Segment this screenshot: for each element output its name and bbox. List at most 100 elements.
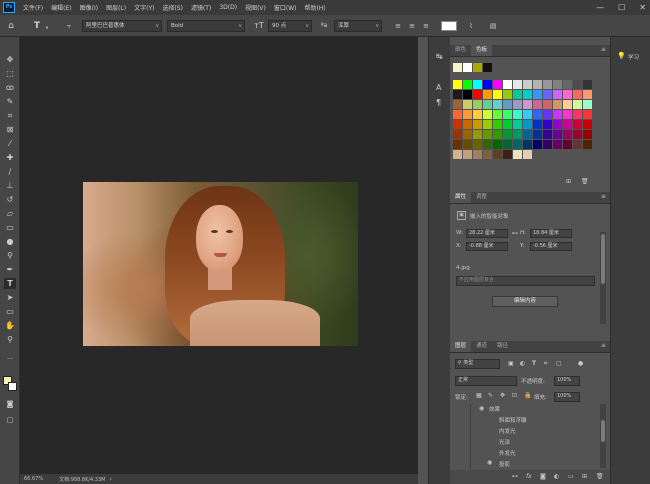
tab-properties[interactable]: 属性 xyxy=(450,192,472,203)
screen-mode-icon[interactable]: ▢ xyxy=(4,415,16,426)
color-swatch[interactable] xyxy=(583,90,592,99)
menu-file[interactable]: 文件(F) xyxy=(19,3,47,12)
color-swatch[interactable] xyxy=(553,90,562,99)
recent-swatch[interactable] xyxy=(473,63,482,72)
tab-channels[interactable]: 通道 xyxy=(471,341,492,352)
color-swatch[interactable] xyxy=(473,150,482,159)
color-swatch[interactable] xyxy=(493,90,502,99)
quick-select-tool-icon[interactable]: ✎ xyxy=(4,96,16,107)
color-swatch[interactable] xyxy=(503,150,512,159)
text-tool-icon[interactable]: T xyxy=(32,21,42,31)
history-panel-icon[interactable]: ↹ xyxy=(436,53,443,61)
fx-icon[interactable]: fx xyxy=(526,473,532,481)
filter-type-icon[interactable]: T xyxy=(532,360,536,368)
color-swatch[interactable] xyxy=(473,90,482,99)
blend-mode-select[interactable]: 正常 xyxy=(455,376,517,386)
filter-smart-object-icon[interactable]: ▢ xyxy=(556,360,562,368)
dodge-tool-icon[interactable]: ⚲ xyxy=(4,250,16,261)
new-adjustment-icon[interactable]: ◐ xyxy=(554,473,559,481)
color-swatch[interactable] xyxy=(523,120,532,129)
minimize-button[interactable]: — xyxy=(596,3,604,12)
color-swatch[interactable] xyxy=(563,90,572,99)
font-size-select[interactable]: 90 点 xyxy=(268,20,312,32)
color-swatch[interactable] xyxy=(553,120,562,129)
color-swatch[interactable] xyxy=(583,80,592,89)
color-swatch[interactable] xyxy=(563,100,572,109)
color-swatch[interactable] xyxy=(553,80,562,89)
layer-comp-select[interactable]: 不应用图层复合 xyxy=(456,276,595,286)
learn-label[interactable]: 学习 xyxy=(628,53,639,61)
link-icon[interactable]: ⊷ xyxy=(512,230,518,238)
menu-3d[interactable]: 3D(D) xyxy=(215,4,241,11)
color-swatch[interactable] xyxy=(473,100,482,109)
color-swatch[interactable] xyxy=(553,140,562,149)
color-swatch[interactable] xyxy=(563,140,572,149)
color-swatch[interactable] xyxy=(543,80,552,89)
color-swatch[interactable] xyxy=(583,110,592,119)
character-panel-icon[interactable]: A xyxy=(436,84,441,92)
color-swatch[interactable] xyxy=(533,130,542,139)
color-swatch[interactable] xyxy=(463,110,472,119)
color-swatch[interactable] xyxy=(513,150,522,159)
effect-drop-shadow[interactable]: 投影 xyxy=(499,460,510,468)
color-swatch[interactable] xyxy=(513,80,522,89)
color-swatch[interactable] xyxy=(573,100,582,109)
color-swatch[interactable] xyxy=(483,150,492,159)
clone-stamp-tool-icon[interactable]: ⊥ xyxy=(4,180,16,191)
color-swatch[interactable] xyxy=(583,130,592,139)
color-swatch[interactable] xyxy=(493,150,502,159)
color-swatch[interactable] xyxy=(583,120,592,129)
pen-tool-icon[interactable]: ✒ xyxy=(4,264,16,275)
color-swatch[interactable] xyxy=(493,110,502,119)
color-swatch[interactable] xyxy=(523,110,532,119)
color-swatch[interactable] xyxy=(523,140,532,149)
rectangle-tool-icon[interactable]: ▭ xyxy=(4,306,16,317)
recent-swatch[interactable] xyxy=(453,63,462,72)
color-swatch[interactable] xyxy=(463,140,472,149)
type-tool-icon[interactable]: T xyxy=(4,278,16,289)
character-panel-icon[interactable]: ▤ xyxy=(488,21,498,31)
lock-image-icon[interactable]: ✎ xyxy=(488,392,493,400)
filter-toggle-icon[interactable]: ● xyxy=(578,360,583,368)
color-swatch[interactable] xyxy=(523,90,532,99)
frame-tool-icon[interactable]: ⊠ xyxy=(4,124,16,135)
color-swatch[interactable] xyxy=(473,80,482,89)
eraser-tool-icon[interactable]: ▱ xyxy=(4,208,16,219)
color-swatch[interactable] xyxy=(573,130,582,139)
layer-filter-select[interactable]: ⚲ 类型 xyxy=(455,359,500,369)
color-swatch[interactable] xyxy=(493,100,502,109)
align-center-icon[interactable]: ≡ xyxy=(407,21,417,31)
path-select-tool-icon[interactable]: ➤ xyxy=(4,292,16,303)
color-swatch[interactable] xyxy=(533,100,542,109)
filter-adjustment-icon[interactable]: ◐ xyxy=(520,360,525,368)
tab-adjustments[interactable]: 调整 xyxy=(471,192,492,203)
lasso-tool-icon[interactable]: ꝏ xyxy=(4,82,16,93)
color-swatch[interactable] xyxy=(553,100,562,109)
new-layer-icon[interactable]: ⊞ xyxy=(582,473,587,481)
color-swatch[interactable] xyxy=(583,140,592,149)
color-swatch[interactable] xyxy=(493,120,502,129)
color-swatch[interactable] xyxy=(463,120,472,129)
color-swatch[interactable] xyxy=(543,100,552,109)
color-swatch[interactable] xyxy=(483,80,492,89)
color-swatch[interactable] xyxy=(483,120,492,129)
more-tools-icon[interactable]: ··· xyxy=(4,354,16,365)
color-swatch[interactable] xyxy=(463,100,472,109)
color-swatch[interactable] xyxy=(543,90,552,99)
properties-scrollbar[interactable] xyxy=(600,232,606,324)
color-swatch[interactable] xyxy=(493,80,502,89)
tab-paths[interactable]: 路径 xyxy=(492,341,513,352)
eyedropper-tool-icon[interactable]: ⁄ xyxy=(4,138,16,149)
add-mask-icon[interactable]: ◙ xyxy=(540,473,546,481)
color-swatch[interactable] xyxy=(523,100,532,109)
delete-swatch-icon[interactable]: 🗑 xyxy=(581,178,589,186)
color-swatch[interactable] xyxy=(573,80,582,89)
healing-brush-tool-icon[interactable]: ✚ xyxy=(4,152,16,163)
color-swatch[interactable] xyxy=(543,140,552,149)
color-swatch[interactable] xyxy=(513,90,522,99)
brush-tool-icon[interactable]: ∕ xyxy=(4,166,16,177)
fill-field[interactable]: 100% xyxy=(554,392,580,402)
color-swatch[interactable] xyxy=(483,130,492,139)
color-swatch[interactable] xyxy=(493,140,502,149)
color-swatch[interactable] xyxy=(523,150,532,159)
